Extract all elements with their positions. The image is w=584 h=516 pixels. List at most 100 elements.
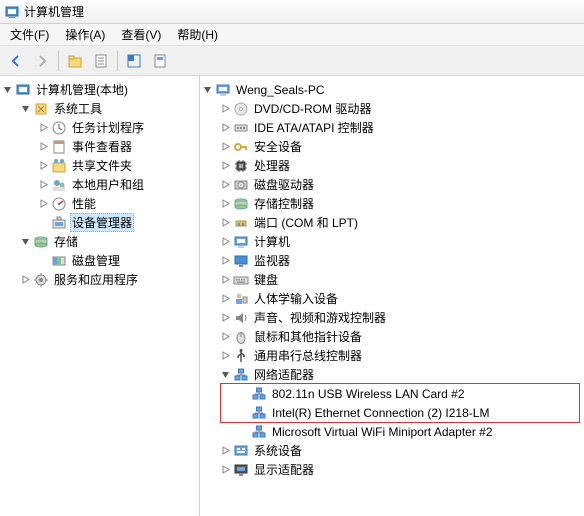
device-category-12[interactable]: 鼠标和其他指针设备 [200,327,584,346]
computer-icon [233,234,249,250]
device-category-13[interactable]: 通用串行总线控制器 [200,346,584,365]
keyboard-icon [233,272,249,288]
separator [117,51,118,71]
device-category-4-label: 磁盘驱动器 [252,175,316,194]
device-category-6[interactable]: 端口 (COM 和 LPT) [200,213,584,232]
mgmt-icon [15,82,31,98]
sound-icon [233,310,249,326]
app-icon [4,4,20,20]
export-button[interactable] [148,49,172,73]
storage-icon [33,234,49,250]
left-tree[interactable]: 计算机管理(本地)系统工具任务计划程序事件查看器共享文件夹本地用户和组性能设备管… [0,76,200,516]
hid-icon [233,291,249,307]
device-category-8-label: 监视器 [252,251,292,270]
menu-view[interactable]: 查看(V) [113,24,169,45]
device-14-1[interactable]: Intel(R) Ethernet Connection (2) I218-LM [200,403,584,422]
left-item-0-3-label: 本地用户和组 [70,175,146,194]
separator [58,51,59,71]
device-category-7-label: 计算机 [252,232,292,251]
left-item-1-0[interactable]: 磁盘管理 [0,251,199,270]
left-item-0-1-label: 事件查看器 [70,137,134,156]
display-icon [233,462,249,478]
menu-file[interactable]: 文件(F) [2,24,57,45]
left-root-node-label: 计算机管理(本地) [34,80,130,99]
left-group-1-label: 存储 [52,232,80,251]
device-category-2[interactable]: 安全设备 [200,137,584,156]
device-category-7[interactable]: 计算机 [200,232,584,251]
left-group-0-label: 系统工具 [52,99,104,118]
device-category-10[interactable]: 人体学输入设备 [200,289,584,308]
usb-icon [233,348,249,364]
services-icon [33,272,49,288]
device-category-8[interactable]: 监视器 [200,251,584,270]
left-item-1-0-label: 磁盘管理 [70,251,122,270]
disk-icon [233,177,249,193]
left-group-2-label: 服务和应用程序 [52,270,140,289]
port-icon [233,215,249,231]
back-button[interactable] [4,49,28,73]
device-category-1[interactable]: IDE ATA/ATAPI 控制器 [200,118,584,137]
right-root-node[interactable]: Weng_Seals-PC [200,80,584,99]
device-category-3[interactable]: 处理器 [200,156,584,175]
diskm-icon [51,253,67,269]
users-icon [51,177,67,193]
left-item-0-4[interactable]: 性能 [0,194,199,213]
device-14-0[interactable]: 802.11n USB Wireless LAN Card #2 [200,384,584,403]
menu-help[interactable]: 帮助(H) [169,24,226,45]
left-item-0-2-label: 共享文件夹 [70,156,134,175]
net-icon [251,405,267,421]
net-icon [233,367,249,383]
device-category-14-label: 网络适配器 [252,365,316,384]
left-root-node[interactable]: 计算机管理(本地) [0,80,199,99]
left-group-0[interactable]: 系统工具 [0,99,199,118]
left-item-0-1[interactable]: 事件查看器 [0,137,199,156]
forward-button[interactable] [30,49,54,73]
perf-icon [51,196,67,212]
device-14-1-label: Intel(R) Ethernet Connection (2) I218-LM [270,405,491,421]
left-group-1[interactable]: 存储 [0,232,199,251]
device-category-5[interactable]: 存储控制器 [200,194,584,213]
event-icon [51,139,67,155]
device-category-13-label: 通用串行总线控制器 [252,346,364,365]
toolbar [0,46,584,76]
tools-icon [33,101,49,117]
refresh-button[interactable] [122,49,146,73]
left-item-0-3[interactable]: 本地用户和组 [0,175,199,194]
left-item-0-2[interactable]: 共享文件夹 [0,156,199,175]
device-category-10-label: 人体学输入设备 [252,289,340,308]
menu-action[interactable]: 操作(A) [57,24,113,45]
mouse-icon [233,329,249,345]
device-category-16[interactable]: 显示适配器 [200,460,584,479]
device-14-0-label: 802.11n USB Wireless LAN Card #2 [270,386,467,402]
computer-icon [215,82,231,98]
properties-button[interactable] [89,49,113,73]
left-group-2[interactable]: 服务和应用程序 [0,270,199,289]
device-category-12-label: 鼠标和其他指针设备 [252,327,364,346]
storage-icon [233,196,249,212]
device-category-1-label: IDE ATA/ATAPI 控制器 [252,118,376,137]
monitor-icon [233,253,249,269]
share-icon [51,158,67,174]
device-14-2[interactable]: Microsoft Virtual WiFi Miniport Adapter … [200,422,584,441]
device-category-15-label: 系统设备 [252,441,304,460]
device-category-14[interactable]: 网络适配器 [200,365,584,384]
device-category-0[interactable]: DVD/CD-ROM 驱动器 [200,99,584,118]
device-14-2-label: Microsoft Virtual WiFi Miniport Adapter … [270,424,495,440]
cpu-icon [233,158,249,174]
device-category-16-label: 显示适配器 [252,460,316,479]
left-item-0-0[interactable]: 任务计划程序 [0,118,199,137]
device-category-4[interactable]: 磁盘驱动器 [200,175,584,194]
device-category-9-label: 键盘 [252,270,280,289]
left-item-0-5[interactable]: 设备管理器 [0,213,199,232]
device-category-15[interactable]: 系统设备 [200,441,584,460]
device-category-9[interactable]: 键盘 [200,270,584,289]
right-tree[interactable]: Weng_Seals-PCDVD/CD-ROM 驱动器IDE ATA/ATAPI… [200,76,584,516]
device-category-11[interactable]: 声音、视频和游戏控制器 [200,308,584,327]
system-icon [233,443,249,459]
net-icon [251,386,267,402]
up-button[interactable] [63,49,87,73]
device-category-5-label: 存储控制器 [252,194,316,213]
menu-bar: 文件(F) 操作(A) 查看(V) 帮助(H) [0,24,584,46]
key-icon [233,139,249,155]
disc-icon [233,101,249,117]
